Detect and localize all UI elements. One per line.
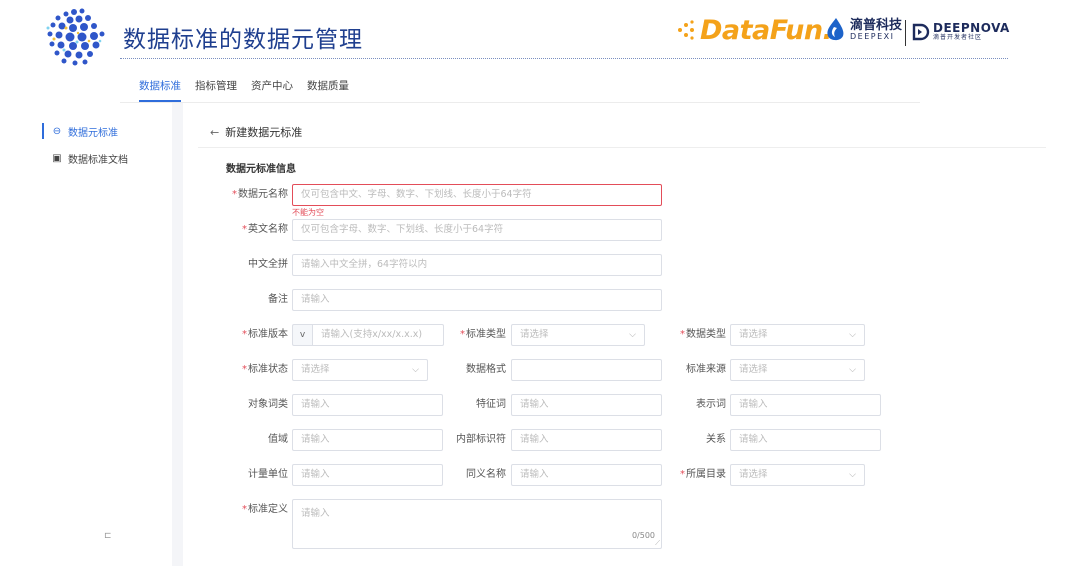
represent-word-label: 表示词 [696,399,726,410]
remark-input[interactable]: 请输入 [292,289,662,311]
nav-divider [120,102,920,103]
cube-logo-icon [46,8,105,66]
tab-metrics[interactable]: 指标管理 [195,80,237,102]
tab-data-standard[interactable]: 数据标准 [139,80,181,102]
document-icon: ▣ [52,152,62,164]
sidebar-gutter [172,103,183,566]
remark-label: 备注 [268,294,288,305]
data-format-input[interactable] [511,359,662,381]
english-name-input[interactable]: 仅可包含字母、数字、下划线、长度小于64字符 [292,219,662,241]
datafun-dots-icon [678,20,694,40]
deepnova-en: DEEPNOVA [933,21,1010,35]
datafun-logo: DataFun. [676,12,833,48]
datafun-text: DataFun. [700,14,833,46]
catalog-label: *所属目录 [680,469,726,480]
deepexi-drop-icon [827,18,844,41]
synonym-input[interactable]: 请输入 [511,464,662,486]
chevron-down-icon: ⌵ [849,365,856,375]
std-type-select[interactable]: 请选择 ⌵ [511,324,645,346]
unit-input[interactable]: 请输入 [292,464,443,486]
definition-label: *标准定义 [242,504,288,515]
back-label: 新建数据元标准 [225,126,303,139]
synonym-label: 同义名称 [466,469,506,480]
collapse-icon[interactable]: ⊏ [104,531,112,541]
version-label: *标准版本 [242,329,288,340]
chevron-down-icon: ⌵ [412,365,419,375]
english-name-label: *英文名称 [242,224,288,235]
definition-textarea[interactable]: 请输入 0/500 ⟋ [292,499,662,549]
internal-id-input[interactable]: 请输入 [511,429,662,451]
arrow-left-icon: ← [210,125,220,139]
element-name-label: *数据元名称 [232,189,288,200]
deepnova-logo: DEEPNOVA 滴普开发者社区 [912,22,1010,42]
element-name-input[interactable]: 仅可包含中文、字母、数字、下划线、长度小于64字符 [292,184,662,206]
deepexi-cn: 滴普科技 [850,17,903,33]
deepexi-en: DEEPEXI [850,31,895,41]
std-status-select[interactable]: 请选择 ⌵ [292,359,428,381]
resize-grip-icon[interactable]: ⟋ [655,539,660,548]
object-class-input[interactable]: 请输入 [292,394,443,416]
sidebar-item-label: 数据元标准 [68,127,118,139]
internal-id-label: 内部标识符 [456,434,506,445]
definition-placeholder: 请输入 [301,508,330,519]
deepnova-mark-icon [912,23,930,41]
chevron-down-icon: ⌵ [849,330,856,340]
unit-label: 计量单位 [248,469,288,480]
data-format-label: 数据格式 [466,364,506,375]
sidebar-item-standard-docs[interactable]: ▣ 数据标准文档 [40,145,172,171]
value-domain-label: 值域 [268,434,288,445]
title-divider [120,58,1008,59]
tab-asset-center[interactable]: 资产中心 [251,80,293,102]
sidebar-item-label: 数据标准文档 [68,154,128,166]
std-type-label: *标准类型 [460,329,506,340]
version-prefix: v [292,324,312,346]
deepnova-cn: 滴普开发者社区 [933,34,983,41]
version-input[interactable]: 请输入(支持x/xx/x.x.x) [312,324,444,346]
pinyin-input[interactable]: 请输入中文全拼，64字符以内 [292,254,662,276]
chevron-down-icon: ⌵ [629,330,636,340]
value-domain-input[interactable]: 请输入 [292,429,443,451]
deepexi-logo: 滴普科技 DEEPEXI [826,18,902,42]
chevron-down-icon: ⌵ [849,470,856,480]
element-name-error: 不能为空 [292,208,324,217]
std-source-label: 标准来源 [686,364,726,375]
represent-word-input[interactable]: 请输入 [730,394,881,416]
relation-input[interactable]: 请输入 [730,429,881,451]
pinyin-label: 中文全拼 [248,259,288,270]
content-divider [198,147,1046,148]
top-nav: 数据标准 指标管理 资产中心 数据质量 [139,80,349,102]
catalog-select[interactable]: 请选择 ⌵ [730,464,865,486]
circle-minus-icon: ⊖ [52,125,62,137]
feature-word-input[interactable]: 请输入 [511,394,662,416]
tab-data-quality[interactable]: 数据质量 [307,80,349,102]
active-indicator [42,123,44,139]
page-title: 数据标准的数据元管理 [123,27,363,53]
section-title: 数据元标准信息 [226,164,296,175]
std-status-label: *标准状态 [242,364,288,375]
std-source-select[interactable]: 请选择 ⌵ [730,359,865,381]
relation-label: 关系 [706,434,726,445]
sidebar: ⊖ 数据元标准 ▣ 数据标准文档 [40,112,172,566]
brand-divider [905,20,906,46]
data-type-select[interactable]: 请选择 ⌵ [730,324,865,346]
feature-word-label: 特征词 [476,399,506,410]
sidebar-item-element-standard[interactable]: ⊖ 数据元标准 [40,118,172,144]
char-counter: 0/500 [631,531,655,540]
back-button[interactable]: ← 新建数据元标准 [210,124,302,140]
object-class-label: 对象词类 [248,399,288,410]
data-type-label: *数据类型 [680,329,726,340]
